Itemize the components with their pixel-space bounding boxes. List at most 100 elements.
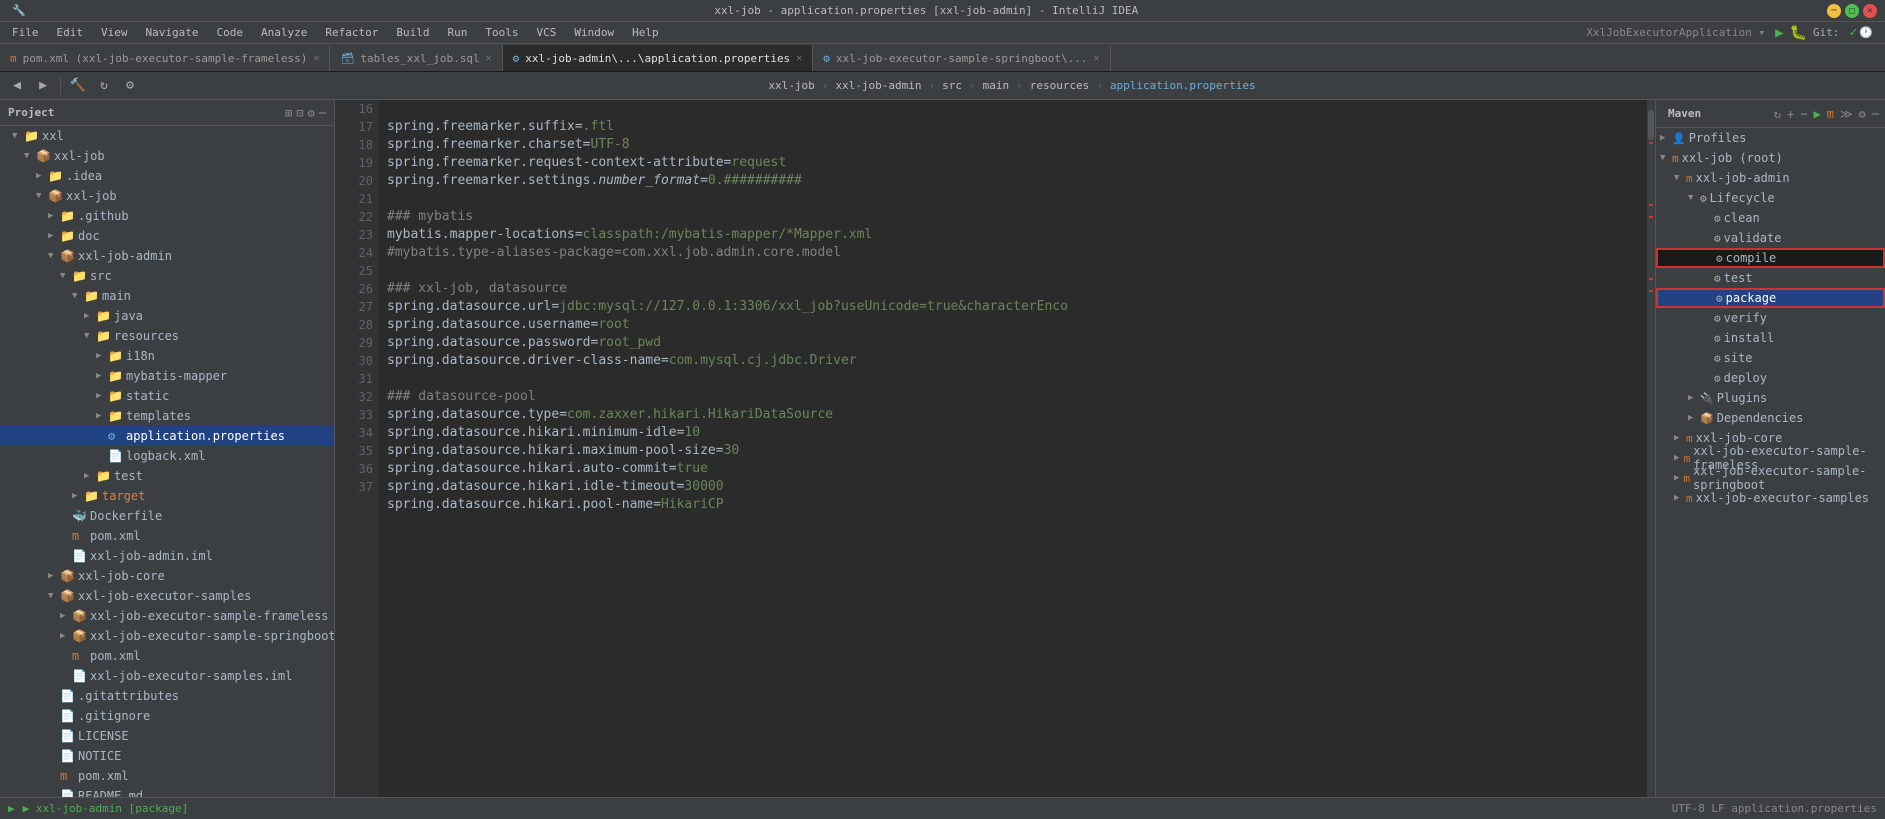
sidebar-item-notice[interactable]: 📄 NOTICE bbox=[0, 746, 334, 766]
maven-profiles[interactable]: ▶ 👤 Profiles bbox=[1656, 128, 1885, 148]
maven-refresh-btn[interactable]: ↻ bbox=[1772, 105, 1783, 123]
maven-m-btn[interactable]: m bbox=[1825, 105, 1836, 123]
close-icon[interactable]: ✕ bbox=[313, 53, 319, 64]
sidebar-item-pom-root[interactable]: m pom.xml bbox=[0, 766, 334, 786]
folder-icon: 📁 bbox=[108, 369, 124, 383]
sidebar-item-xxl-job-core[interactable]: ▶ 📦 xxl-job-core bbox=[0, 566, 334, 586]
maven-run-btn[interactable]: ▶ bbox=[1812, 105, 1823, 123]
sidebar-item-logback[interactable]: 📄 logback.xml bbox=[0, 446, 334, 466]
menu-item-tools[interactable]: Tools bbox=[477, 24, 526, 41]
run-button[interactable]: ▶ bbox=[1775, 25, 1787, 41]
maven-remove-btn[interactable]: − bbox=[1798, 105, 1809, 123]
maven-test[interactable]: ⚙ test bbox=[1656, 268, 1885, 288]
code-content[interactable]: spring.freemarker.suffix=.ftl spring.fre… bbox=[379, 100, 1647, 797]
sidebar-icon-expand[interactable]: ⊞ bbox=[285, 106, 292, 120]
editor-scrollbar[interactable] bbox=[1647, 100, 1655, 797]
sidebar-item-iml-samples[interactable]: 📄 xxl-job-executor-samples.iml bbox=[0, 666, 334, 686]
sidebar-item-xxl-job-admin[interactable]: ▼ 📦 xxl-job-admin bbox=[0, 246, 334, 266]
menu-item-build[interactable]: Build bbox=[388, 24, 437, 41]
menu-item-window[interactable]: Window bbox=[566, 24, 622, 41]
sidebar-item-executor-frameless[interactable]: ▶ 📦 xxl-job-executor-sample-frameless bbox=[0, 606, 334, 626]
sidebar-item-src[interactable]: ▼ 📁 src bbox=[0, 266, 334, 286]
sidebar-item-application-properties[interactable]: ⚙ application.properties bbox=[0, 426, 334, 446]
sidebar-icon-close[interactable]: ─ bbox=[319, 106, 326, 120]
tab-tables-sql[interactable]: 🗃 tables_xxl_job.sql ✕ bbox=[330, 45, 502, 71]
toolbar-build[interactable]: 🔨 bbox=[67, 75, 89, 97]
maven-site[interactable]: ⚙ site bbox=[1656, 348, 1885, 368]
debug-button[interactable]: 🐛 bbox=[1790, 25, 1811, 41]
sidebar-item-resources[interactable]: ▼ 📁 resources bbox=[0, 326, 334, 346]
goal-icon: ⚙ bbox=[1714, 372, 1721, 385]
sidebar-item-idea[interactable]: ▶ 📁 .idea bbox=[0, 166, 334, 186]
maven-dependencies[interactable]: ▶ 📦 Dependencies bbox=[1656, 408, 1885, 428]
maven-skip-btn[interactable]: ≫ bbox=[1838, 105, 1855, 123]
sidebar-item-java[interactable]: ▶ 📁 java bbox=[0, 306, 334, 326]
sidebar-item-executor-samples[interactable]: ▼ 📦 xxl-job-executor-samples bbox=[0, 586, 334, 606]
toolbar-back[interactable]: ◀ bbox=[6, 75, 28, 97]
minimize-button[interactable]: ─ bbox=[1827, 4, 1841, 18]
sidebar-item-pom-samples[interactable]: m pom.xml bbox=[0, 646, 334, 666]
sidebar-item-i18n[interactable]: ▶ 📁 i18n bbox=[0, 346, 334, 366]
menu-item-file[interactable]: File bbox=[4, 24, 47, 41]
menu-item-vcs[interactable]: VCS bbox=[528, 24, 564, 41]
sidebar-item-xxl[interactable]: ▼ 📁 xxl bbox=[0, 126, 334, 146]
sidebar-icon-settings[interactable]: ⚙ bbox=[308, 106, 315, 120]
menu-item-run[interactable]: Run bbox=[439, 24, 475, 41]
sidebar-item-mybatis-mapper[interactable]: ▶ 📁 mybatis-mapper bbox=[0, 366, 334, 386]
tab-pom-executor[interactable]: m pom.xml (xxl-job-executor-sample-frame… bbox=[0, 45, 330, 71]
sidebar-item-doc[interactable]: ▶ 📁 doc bbox=[0, 226, 334, 246]
maven-lifecycle[interactable]: ▼ ⚙ Lifecycle bbox=[1656, 188, 1885, 208]
sidebar-item-xxl-job-module[interactable]: ▼ 📦 xxl-job bbox=[0, 186, 334, 206]
maven-validate[interactable]: ⚙ validate bbox=[1656, 228, 1885, 248]
menu-item-help[interactable]: Help bbox=[624, 24, 667, 41]
sidebar-item-target[interactable]: ▶ 📁 target bbox=[0, 486, 334, 506]
maven-executor-samples[interactable]: ▶ m xxl-job-executor-samples bbox=[1656, 488, 1885, 508]
sidebar-item-templates[interactable]: ▶ 📁 templates bbox=[0, 406, 334, 426]
tab-executor-springboot[interactable]: ⚙ xxl-job-executor-sample-springboot\...… bbox=[813, 45, 1110, 71]
close-icon[interactable]: ✕ bbox=[1094, 53, 1100, 64]
sidebar-item-test[interactable]: ▶ 📁 test bbox=[0, 466, 334, 486]
menu-item-code[interactable]: Code bbox=[208, 24, 251, 41]
menu-item-analyze[interactable]: Analyze bbox=[253, 24, 315, 41]
maven-xxl-job-admin[interactable]: ▼ m xxl-job-admin bbox=[1656, 168, 1885, 188]
tab-application-properties[interactable]: ⚙ xxl-job-admin\...\application.properti… bbox=[503, 45, 814, 71]
maven-xxl-job-root[interactable]: ▼ m xxl-job (root) bbox=[1656, 148, 1885, 168]
sidebar-item-gitignore[interactable]: 📄 .gitignore bbox=[0, 706, 334, 726]
maven-plugins[interactable]: ▶ 🔌 Plugins bbox=[1656, 388, 1885, 408]
sidebar-item-license[interactable]: 📄 LICENSE bbox=[0, 726, 334, 746]
menu-item-refactor[interactable]: Refactor bbox=[317, 24, 386, 41]
close-icon[interactable]: ✕ bbox=[796, 53, 802, 64]
sidebar-item-gitattributes[interactable]: 📄 .gitattributes bbox=[0, 686, 334, 706]
menu-item-edit[interactable]: Edit bbox=[49, 24, 92, 41]
window-controls: ─ □ ✕ bbox=[1827, 4, 1877, 18]
close-button[interactable]: ✕ bbox=[1863, 4, 1877, 18]
maven-install[interactable]: ⚙ install bbox=[1656, 328, 1885, 348]
sidebar-item-static[interactable]: ▶ 📁 static bbox=[0, 386, 334, 406]
toolbar-settings[interactable]: ⚙ bbox=[119, 75, 141, 97]
maven-settings-btn[interactable]: ⚙ bbox=[1857, 105, 1868, 123]
scrollbar-thumb[interactable] bbox=[1648, 110, 1654, 140]
sidebar-item-readme[interactable]: 📄 README.md bbox=[0, 786, 334, 797]
sidebar-item-pom-admin[interactable]: m pom.xml bbox=[0, 526, 334, 546]
toolbar-forward[interactable]: ▶ bbox=[32, 75, 54, 97]
menu-item-navigate[interactable]: Navigate bbox=[138, 24, 207, 41]
maven-executor-springboot[interactable]: ▶ m xxl-job-executor-sample-springboot bbox=[1656, 468, 1885, 488]
maven-compile[interactable]: ⚙ compile bbox=[1656, 248, 1885, 268]
sidebar-item-iml-admin[interactable]: 📄 xxl-job-admin.iml bbox=[0, 546, 334, 566]
maven-clean[interactable]: ⚙ clean bbox=[1656, 208, 1885, 228]
sidebar-icon-collapse[interactable]: ⊟ bbox=[296, 106, 303, 120]
sidebar-item-main[interactable]: ▼ 📁 main bbox=[0, 286, 334, 306]
close-icon[interactable]: ✕ bbox=[486, 53, 492, 64]
maven-package[interactable]: ⚙ package bbox=[1656, 288, 1885, 308]
maven-verify[interactable]: ⚙ verify bbox=[1656, 308, 1885, 328]
menu-item-view[interactable]: View bbox=[93, 24, 136, 41]
toolbar-sync[interactable]: ↻ bbox=[93, 75, 115, 97]
maven-deploy[interactable]: ⚙ deploy bbox=[1656, 368, 1885, 388]
maximize-button[interactable]: □ bbox=[1845, 4, 1859, 18]
maven-add-btn[interactable]: + bbox=[1785, 105, 1796, 123]
sidebar-item-dockerfile[interactable]: 🐳 Dockerfile bbox=[0, 506, 334, 526]
sidebar-item-executor-springboot[interactable]: ▶ 📦 xxl-job-executor-sample-springboot bbox=[0, 626, 334, 646]
sidebar-item-xxl-job[interactable]: ▼ 📦 xxl-job bbox=[0, 146, 334, 166]
sidebar-item-github[interactable]: ▶ 📁 .github bbox=[0, 206, 334, 226]
maven-close-btn[interactable]: ─ bbox=[1870, 105, 1881, 123]
